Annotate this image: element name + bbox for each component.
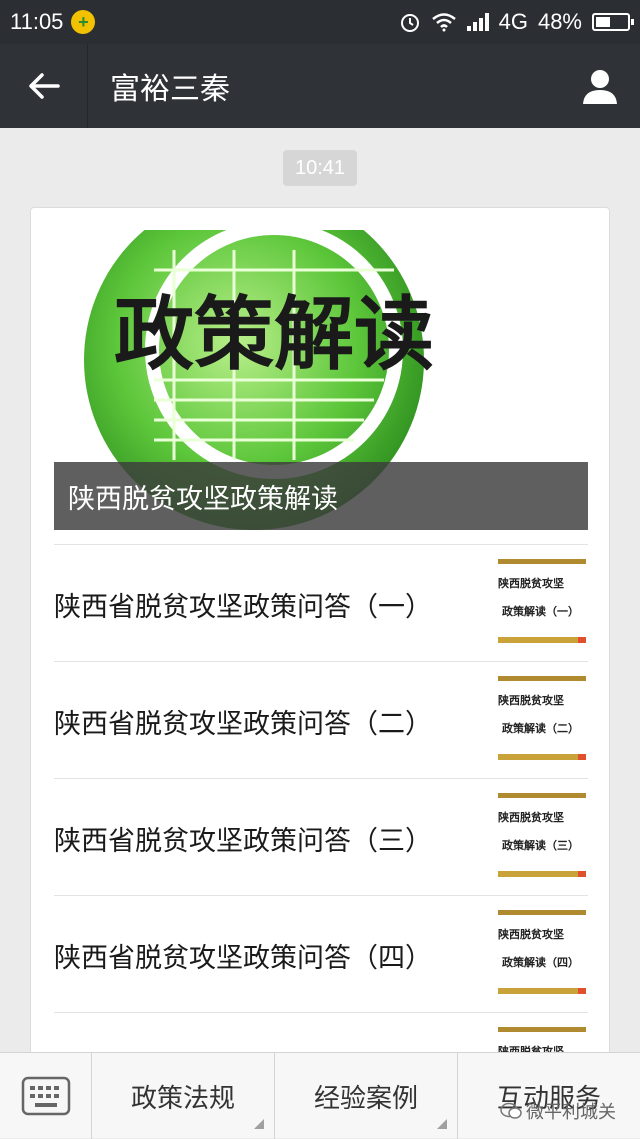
status-bar: 11:05 + 4G 48% <box>0 0 640 44</box>
keyboard-icon <box>21 1076 70 1116</box>
battery-percent: 48% <box>537 9 582 34</box>
article-card: 政策解读 陕西脱贫攻坚政策解读 陕西省脱贫攻坚政策问答（一） 陕西脱贫攻坚 政策… <box>30 207 610 1067</box>
article-item[interactable]: 陕西省脱贫攻坚政策问答（二） 陕西脱贫攻坚 政策解读（二） <box>54 661 588 778</box>
article-item[interactable]: 陕西省脱贫攻坚政策问答（四） 陕西脱贫攻坚 政策解读（四） <box>54 895 588 1012</box>
article-thumbnail: 陕西脱贫攻坚 政策解读（三） <box>496 791 588 883</box>
article-title: 陕西省脱贫攻坚政策问答（二） <box>54 709 432 740</box>
user-icon <box>583 70 617 104</box>
article-item[interactable]: 陕西省脱贫攻坚政策问答（三） 陕西脱贫攻坚 政策解读（三） <box>54 778 588 895</box>
cover-article[interactable]: 政策解读 陕西脱贫攻坚政策解读 <box>54 230 588 530</box>
keyboard-toggle-button[interactable] <box>0 1053 92 1139</box>
message-timestamp: 10:41 <box>283 150 357 186</box>
cover-title: 陕西脱贫攻坚政策解读 <box>54 462 588 530</box>
back-arrow-icon <box>28 73 60 99</box>
nav-bar: 富裕三秦 <box>0 44 640 128</box>
menu-policy-regulations[interactable]: 政策法规 <box>92 1053 275 1139</box>
menu-label: 政策法规 <box>130 1083 235 1114</box>
article-thumbnail: 陕西脱贫攻坚 政策解读（二） <box>496 674 588 766</box>
cover-image-text: 政策解读 <box>114 288 434 381</box>
article-thumbnail: 陕西脱贫攻坚 政策解读（四） <box>496 908 588 1000</box>
menu-interactive-services[interactable]: 互动服务 <box>458 1053 640 1139</box>
watermark-text: 微平利城关 <box>526 1102 616 1123</box>
wifi-icon <box>431 13 456 32</box>
battery-icon <box>592 13 634 31</box>
back-button[interactable] <box>0 44 88 128</box>
status-time: 11:05 <box>10 9 64 34</box>
menu-bar: 政策法规 经验案例 互动服务 <box>0 1052 640 1139</box>
menu-label: 经验案例 <box>313 1083 418 1114</box>
network-type: 4G <box>498 9 528 34</box>
notification-icon: + <box>71 10 96 34</box>
signal-icon <box>466 13 489 31</box>
watermark: 微平利城关 <box>500 1098 616 1124</box>
article-title: 陕西省脱贫攻坚政策问答（一） <box>54 592 432 623</box>
article-thumbnail: 陕西脱贫攻坚 政策解读（一） <box>496 557 588 649</box>
submenu-indicator-icon <box>437 1119 447 1129</box>
menu-experience-cases[interactable]: 经验案例 <box>275 1053 458 1139</box>
alarm-icon <box>400 14 419 32</box>
article-title: 陕西省脱贫攻坚政策问答（四） <box>54 943 432 974</box>
article-title: 陕西省脱贫攻坚政策问答（三） <box>54 826 432 857</box>
profile-button[interactable] <box>560 44 640 128</box>
wechat-logo-icon <box>500 1102 522 1119</box>
nav-title: 富裕三秦 <box>110 72 230 107</box>
article-item[interactable]: 陕西省脱贫攻坚政策问答（一） 陕西脱贫攻坚 政策解读（一） <box>54 544 588 661</box>
submenu-indicator-icon <box>254 1119 264 1129</box>
